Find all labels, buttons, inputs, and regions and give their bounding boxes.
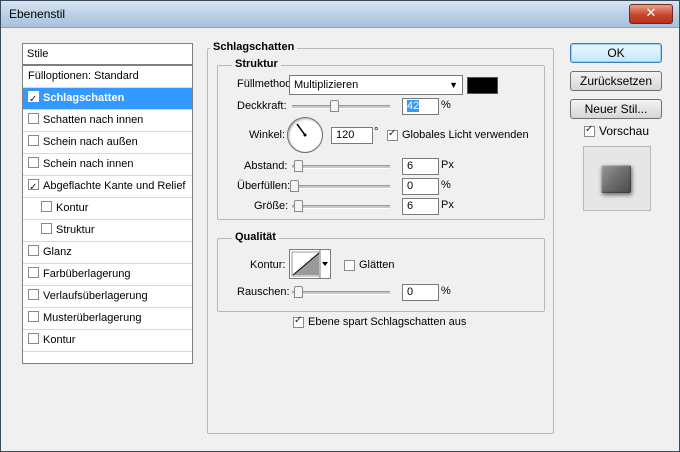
style-item[interactable]: Glanz — [23, 242, 192, 264]
style-item[interactable]: Schatten nach innen — [23, 110, 192, 132]
noise-input[interactable]: 0 — [402, 284, 439, 301]
angle-dial[interactable] — [287, 117, 323, 153]
title-bar[interactable]: Ebenenstil — [1, 1, 679, 28]
size-input[interactable]: 6 — [402, 198, 439, 215]
style-item[interactable]: Schein nach außen — [23, 132, 192, 154]
style-item-checkbox[interactable] — [28, 333, 39, 344]
global-light-checkbox[interactable] — [387, 128, 398, 141]
structure-title: Struktur — [232, 58, 281, 70]
noise-unit: % — [441, 285, 451, 297]
contour-label: Kontur: — [250, 259, 286, 271]
noise-slider[interactable] — [292, 291, 390, 295]
size-unit: Px — [441, 199, 454, 211]
knockout-label[interactable]: Ebene spart Schlagschatten aus — [308, 316, 466, 328]
distance-label: Abstand: — [244, 160, 288, 172]
style-item-checkbox[interactable] — [28, 289, 39, 300]
contour-curve-icon — [291, 250, 328, 278]
noise-label: Rauschen: — [237, 286, 290, 298]
blending-options-item[interactable]: Fülloptionen: Standard — [23, 66, 192, 88]
style-item[interactable]: Verlaufsüberlagerung — [23, 286, 192, 308]
style-item-label: Farbüberlagerung — [43, 268, 131, 280]
style-item-label: Schlagschatten — [43, 92, 125, 104]
angle-unit: ° — [374, 126, 379, 138]
antialias-label[interactable]: Glätten — [359, 259, 394, 271]
ok-button[interactable]: OK — [570, 43, 662, 63]
distance-slider[interactable] — [292, 165, 390, 169]
style-item-checkbox[interactable] — [41, 201, 52, 212]
style-item-label: Kontur — [56, 202, 89, 214]
size-label: Größe: — [254, 200, 289, 212]
layer-style-dialog: Ebenenstil Stile Fülloptionen: Standard … — [0, 0, 680, 452]
style-item-label: Struktur — [56, 224, 95, 236]
spread-slider[interactable] — [292, 185, 390, 189]
style-items: Schlagschatten Schatten nach innen Schein … — [23, 88, 192, 352]
blend-mode-select[interactable]: Multiplizieren ▼ — [289, 75, 463, 95]
spread-unit: % — [441, 179, 451, 191]
dropdown-arrow-icon: ▼ — [449, 80, 458, 90]
style-item-checkbox[interactable] — [41, 223, 52, 234]
distance-slider-thumb[interactable] — [294, 160, 303, 172]
dialog-content: Stile Fülloptionen: Standard Schlagschat… — [4, 30, 676, 448]
style-item[interactable]: Kontur — [23, 198, 192, 220]
style-item[interactable]: Abgeflachte Kante und Relief — [23, 176, 192, 198]
opacity-label: Deckkraft: — [237, 100, 287, 112]
style-item-label: Schein nach innen — [43, 158, 134, 170]
style-item-checkbox[interactable] — [28, 89, 39, 110]
style-item-label: Schatten nach innen — [43, 114, 144, 126]
distance-unit: Px — [441, 159, 454, 171]
quality-title: Qualität — [232, 231, 279, 243]
style-item-checkbox[interactable] — [28, 267, 39, 278]
shadow-color-swatch[interactable] — [467, 77, 498, 94]
style-item-label: Kontur — [43, 334, 76, 346]
style-item[interactable]: Schlagschatten — [23, 88, 192, 110]
opacity-unit: % — [441, 99, 451, 111]
noise-slider-thumb[interactable] — [294, 286, 303, 298]
spread-label: Überfüllen: — [237, 180, 291, 192]
new-style-button[interactable]: Neuer Stil... — [570, 99, 662, 119]
style-item-checkbox[interactable] — [28, 245, 39, 256]
spread-input[interactable]: 0 — [402, 178, 439, 195]
angle-label: Winkel: — [249, 129, 286, 141]
knockout-checkbox[interactable] — [293, 315, 304, 328]
spread-slider-thumb[interactable] — [290, 180, 299, 192]
preview-thumbnail — [601, 165, 631, 193]
opacity-input[interactable]: 42 — [402, 98, 439, 115]
style-item-label: Glanz — [43, 246, 72, 258]
style-item-checkbox[interactable] — [28, 157, 39, 168]
quality-group — [217, 238, 545, 312]
window-title: Ebenenstil — [9, 7, 66, 21]
angle-input[interactable]: 120 — [331, 127, 373, 144]
global-light-label[interactable]: Globales Licht verwenden — [402, 129, 529, 141]
reset-button[interactable]: Zurücksetzen — [570, 71, 662, 91]
style-item-checkbox[interactable] — [28, 135, 39, 146]
styles-header[interactable]: Stile — [23, 44, 192, 66]
style-preview — [583, 146, 651, 211]
style-item-label: Musterüberlagerung — [43, 312, 142, 324]
preview-label[interactable]: Vorschau — [599, 124, 649, 138]
style-item[interactable]: Schein nach innen — [23, 154, 192, 176]
close-button[interactable] — [629, 4, 673, 24]
style-item[interactable]: Musterüberlagerung — [23, 308, 192, 330]
style-item[interactable]: Farbüberlagerung — [23, 264, 192, 286]
style-item-checkbox[interactable] — [28, 311, 39, 322]
styles-list: Stile Fülloptionen: Standard Schlagschat… — [22, 43, 193, 364]
style-item-checkbox[interactable] — [28, 177, 39, 198]
style-item-label: Abgeflachte Kante und Relief — [43, 180, 186, 192]
opacity-slider[interactable] — [292, 105, 390, 109]
size-slider-thumb[interactable] — [294, 200, 303, 212]
blend-mode-value: Multiplizieren — [294, 79, 359, 91]
style-item-label: Schein nach außen — [43, 136, 138, 148]
drop-shadow-title: Schlagschatten — [210, 41, 298, 53]
antialias-checkbox[interactable] — [344, 260, 355, 271]
preview-checkbox[interactable] — [584, 124, 595, 137]
size-slider[interactable] — [292, 205, 390, 209]
style-item[interactable]: Kontur — [23, 330, 192, 352]
distance-input[interactable]: 6 — [402, 158, 439, 175]
style-item-checkbox[interactable] — [28, 113, 39, 124]
angle-needle-icon — [296, 123, 307, 137]
style-item[interactable]: Struktur — [23, 220, 192, 242]
style-item-label: Verlaufsüberlagerung — [43, 290, 148, 302]
contour-picker[interactable] — [289, 249, 331, 279]
opacity-slider-thumb[interactable] — [330, 100, 339, 112]
